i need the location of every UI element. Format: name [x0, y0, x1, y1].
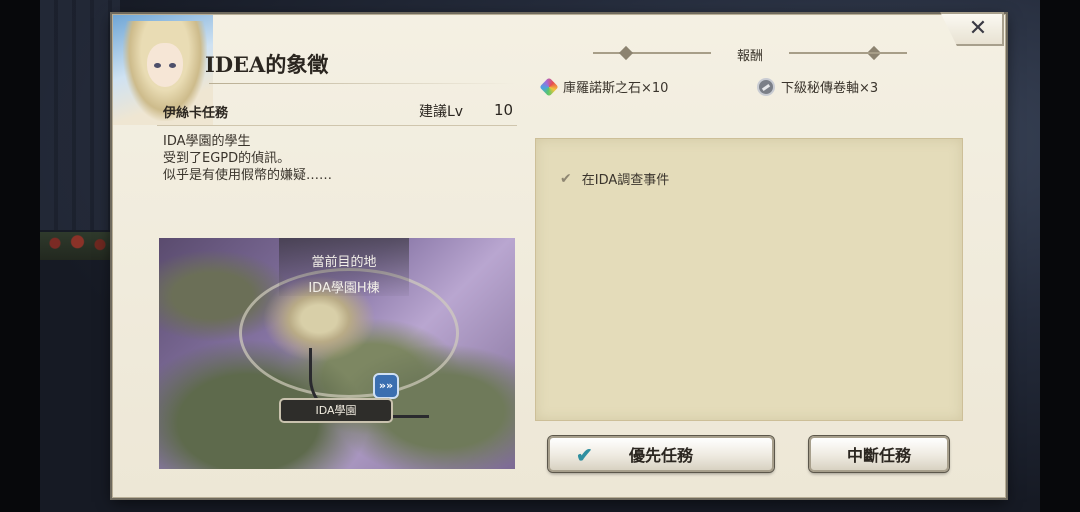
recommended-level-value: 10: [494, 101, 514, 119]
objective-item: ✔ 在IDA調查事件: [560, 169, 670, 189]
rainbow-stone-icon: [539, 76, 559, 97]
ornament-line: [789, 52, 907, 54]
description-line: 似乎是有使用假幣的嫌疑……: [163, 168, 333, 183]
description-line: IDA學園的學生: [163, 134, 251, 149]
scroll-icon: [757, 77, 775, 96]
reward-label: 下級秘傳卷軸×3: [781, 81, 879, 96]
quest-category: 伊絲卡任務: [163, 106, 229, 121]
quest-description: IDA學園的學生 受到了EGPD的偵訊。 似乎是有使用假幣的嫌疑……: [163, 133, 463, 184]
rewards-header: 報酬: [585, 45, 915, 64]
destination-name: IDA學園H棟: [308, 281, 380, 296]
portrait-face: [147, 43, 183, 87]
objectives-panel: ✔ 在IDA調查事件: [535, 138, 963, 421]
destination-header: 當前目的地 IDA學園H棟: [279, 238, 409, 296]
priority-quest-button[interactable]: ✔ 優先任務: [548, 436, 774, 472]
check-icon: ✔: [576, 443, 593, 467]
close-icon[interactable]: ✕: [960, 14, 996, 44]
check-icon: ✔: [560, 170, 572, 187]
quest-title: IDEA的象徵: [205, 52, 329, 77]
map-marker-icon[interactable]: »»: [373, 373, 399, 399]
priority-quest-label: 優先任務: [628, 446, 693, 465]
description-line: 受到了EGPD的偵訊。: [163, 151, 291, 166]
left-letterbox: [0, 0, 40, 512]
reward-item[interactable]: 庫羅諾斯之石×10: [539, 76, 669, 97]
quest-dialog: IDEA的象徵 伊絲卡任務 建議Lv 10 IDA學園的學生 受到了EGPD的偵…: [112, 14, 1006, 498]
background-window: [40, 0, 120, 230]
location-tag: IDA學園: [279, 398, 393, 423]
reward-item[interactable]: 下級秘傳卷軸×3: [757, 77, 878, 96]
recommended-level-label: 建議Lv: [419, 104, 464, 120]
objective-text: 在IDA調查事件: [581, 173, 670, 188]
portrait-eye: [169, 63, 176, 68]
portrait-eye: [154, 63, 161, 68]
abort-quest-button[interactable]: 中斷任務: [809, 436, 949, 472]
destination-map[interactable]: 當前目的地 IDA學園H棟 »» IDA學園: [159, 238, 515, 469]
title-divider: [209, 83, 515, 84]
right-letterbox: [1040, 0, 1080, 512]
header-divider: [157, 125, 517, 126]
background-planter: [40, 232, 115, 260]
reward-label: 庫羅諾斯之石×10: [563, 81, 669, 96]
destination-label: 當前目的地: [311, 255, 377, 270]
abort-quest-label: 中斷任務: [846, 446, 911, 465]
rewards-title: 報酬: [736, 49, 763, 64]
